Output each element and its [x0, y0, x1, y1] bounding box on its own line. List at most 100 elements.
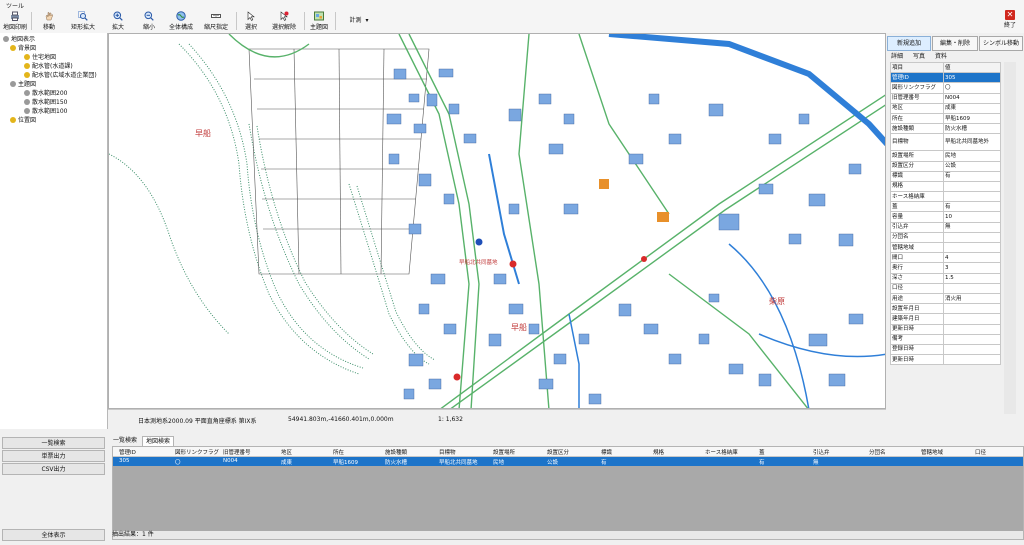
select-button[interactable]: 選択 [240, 10, 262, 32]
horizontal-scrollbar[interactable] [113, 531, 1023, 539]
property-value [943, 343, 1001, 356]
column-header[interactable]: 目標物 [439, 448, 456, 456]
column-header[interactable]: 管理ID [119, 448, 136, 456]
column-header[interactable]: 設置区分 [547, 448, 569, 456]
scale-icon [211, 14, 221, 18]
tree-node-spray-200[interactable]: 散水範囲200 [24, 89, 67, 98]
csv-output-button[interactable]: CSV出力 [2, 463, 105, 475]
tree-node-spray-100[interactable]: 散水範囲100 [24, 107, 67, 116]
edit-delete-tab[interactable]: 編集・削除 [932, 36, 978, 51]
show-all-button[interactable]: 全体表示 [2, 529, 105, 541]
place-label: 早船北共同墓地 [459, 258, 498, 266]
tree-node-theme[interactable]: 主題図 [10, 80, 36, 89]
property-key: 奥行 [890, 262, 944, 274]
property-row[interactable]: 容量 10 [890, 211, 1001, 223]
table-row[interactable]: 305 〇 N004 成東 早船1609 防火水槽 早船北共同墓地 民地 公設 有 有 無 [113, 457, 1023, 466]
property-row[interactable]: 分団名 [890, 231, 1001, 244]
column-header[interactable]: 引込弁 [813, 448, 830, 456]
bulb-icon [24, 90, 30, 96]
property-row[interactable]: 規格 [890, 180, 1001, 193]
property-row[interactable]: 建築年月日 [890, 313, 1001, 325]
property-key: 口径 [890, 282, 944, 294]
place-label: 早船 [511, 322, 527, 332]
print-map-button[interactable]: 地図印刷 [2, 10, 28, 32]
subtab-detail[interactable]: 詳細 [891, 52, 903, 61]
column-header[interactable]: 旧管理番号 [223, 448, 251, 456]
column-header[interactable]: 設置場所 [493, 448, 515, 456]
tree-node-background[interactable]: 背景図 [10, 44, 36, 53]
property-row[interactable]: 地区 成東 [890, 102, 1001, 114]
property-row[interactable]: 管轄地域 [890, 241, 1001, 254]
single-form-output-button[interactable]: 単票出力 [2, 450, 105, 462]
bulb-icon [24, 72, 30, 78]
subtab-photo[interactable]: 写真 [913, 52, 925, 61]
column-header[interactable]: 口径 [975, 448, 986, 456]
property-row[interactable]: 設置年月日 [890, 303, 1001, 315]
property-row[interactable]: 引込弁無 [890, 221, 1001, 233]
property-row[interactable]: 施設種類 防火水槽 [890, 123, 1001, 135]
measure-button[interactable]: 計測 ▾ [342, 15, 376, 27]
property-row[interactable]: 設置区分 公設 [890, 160, 1001, 172]
property-key: 分団名 [890, 231, 944, 244]
property-scrollbar[interactable] [1004, 62, 1016, 414]
column-header[interactable]: 規格 [653, 448, 664, 456]
property-row[interactable]: 蓋有 [890, 201, 1001, 213]
theme-map-button[interactable]: 主題図 [308, 10, 330, 32]
column-header[interactable]: 管轄地域 [921, 448, 943, 456]
property-row[interactable]: 所在 早船1609 [890, 112, 1001, 125]
exit-button[interactable]: ✕ 終了 [1002, 10, 1018, 32]
column-header[interactable]: 施設種類 [385, 448, 407, 456]
property-key: 設置年月日 [890, 303, 944, 315]
property-row[interactable]: 更新日時 [890, 323, 1001, 335]
property-row[interactable]: 図形リンクフラグ〇 [890, 82, 1001, 94]
column-header[interactable]: ホース格納庫 [705, 448, 738, 456]
table-cell: 有 [759, 460, 765, 466]
tab-list-search[interactable]: 一覧検索 [110, 436, 140, 446]
property-row[interactable]: 用途 消火用 [890, 292, 1001, 305]
property-row[interactable]: 奥行 3 [890, 262, 1001, 274]
tree-node-water-pipe-regional[interactable]: 配水管(広域水道企業団) [24, 71, 97, 80]
column-header[interactable]: 標識 [601, 448, 612, 456]
move-button[interactable]: 移動 [38, 10, 60, 32]
property-row[interactable]: 口径 [890, 282, 1001, 294]
deselect-icon [280, 11, 289, 21]
property-row[interactable]: 間口 4 [890, 252, 1001, 264]
column-header[interactable]: 分団名 [869, 448, 886, 456]
set-scale-button[interactable]: 縮尺指定 [201, 10, 231, 32]
bulb-icon [10, 45, 16, 51]
subtab-document[interactable]: 資料 [935, 52, 947, 61]
tree-node-spray-150[interactable]: 散水範囲150 [24, 98, 67, 107]
property-row[interactable]: 標識有 [890, 170, 1001, 182]
property-row[interactable]: ホース格納庫 [890, 191, 1001, 203]
property-key: 管理ID [890, 72, 944, 84]
tree-node-housing-map[interactable]: 住宅地図 [24, 53, 56, 62]
property-row[interactable]: 深さ 1.5 [890, 272, 1001, 284]
map-view[interactable]: 早船 早船北共同墓地 早船 柴原 [108, 33, 886, 409]
full-extent-button[interactable]: 全体構成 [166, 10, 196, 32]
tree-node-map-display[interactable]: 地図表示 [3, 35, 35, 44]
property-row[interactable]: 管理ID 305 [890, 72, 1001, 84]
zoom-out-button[interactable]: 縮小 [138, 10, 160, 32]
property-row[interactable]: 旧管理番号 N004 [890, 92, 1001, 104]
list-search-button[interactable]: 一覧検索 [2, 437, 105, 449]
property-row[interactable]: 更新日時 [890, 354, 1001, 366]
property-row[interactable]: 備考 [890, 333, 1001, 345]
add-new-tab[interactable]: 新規追加 [887, 36, 931, 51]
tree-node-location[interactable]: 位置図 [10, 116, 36, 125]
column-header[interactable]: 蓋 [759, 448, 765, 456]
property-table: 項目値 管理ID 305 図形リンクフラグ〇旧管理番号 N004 地区 成東 所在 早船160… [890, 61, 1001, 366]
map-canvas[interactable]: 早船 早船北共同墓地 早船 柴原 [109, 34, 886, 409]
deselect-button[interactable]: 選択解除 [269, 10, 299, 32]
property-value [943, 354, 1001, 366]
tree-node-water-pipe-dept[interactable]: 配水管(水道課) [24, 62, 73, 71]
property-row[interactable]: 登録日時 [890, 343, 1001, 356]
property-row[interactable]: 目標物 早船北共同墓地外 [890, 133, 1001, 152]
rect-zoom-button[interactable]: 矩形拡大 [68, 10, 98, 32]
property-key: 標識 [890, 170, 944, 182]
zoom-in-button[interactable]: 拡大 [107, 10, 129, 32]
column-header[interactable]: 図形リンクフラグ [175, 448, 219, 456]
column-header[interactable]: 地区 [281, 448, 292, 456]
column-header[interactable]: 所在 [333, 448, 344, 456]
property-row[interactable]: 設置場所 民地 [890, 150, 1001, 162]
move-symbol-tab[interactable]: シンボル移動 [979, 36, 1023, 51]
